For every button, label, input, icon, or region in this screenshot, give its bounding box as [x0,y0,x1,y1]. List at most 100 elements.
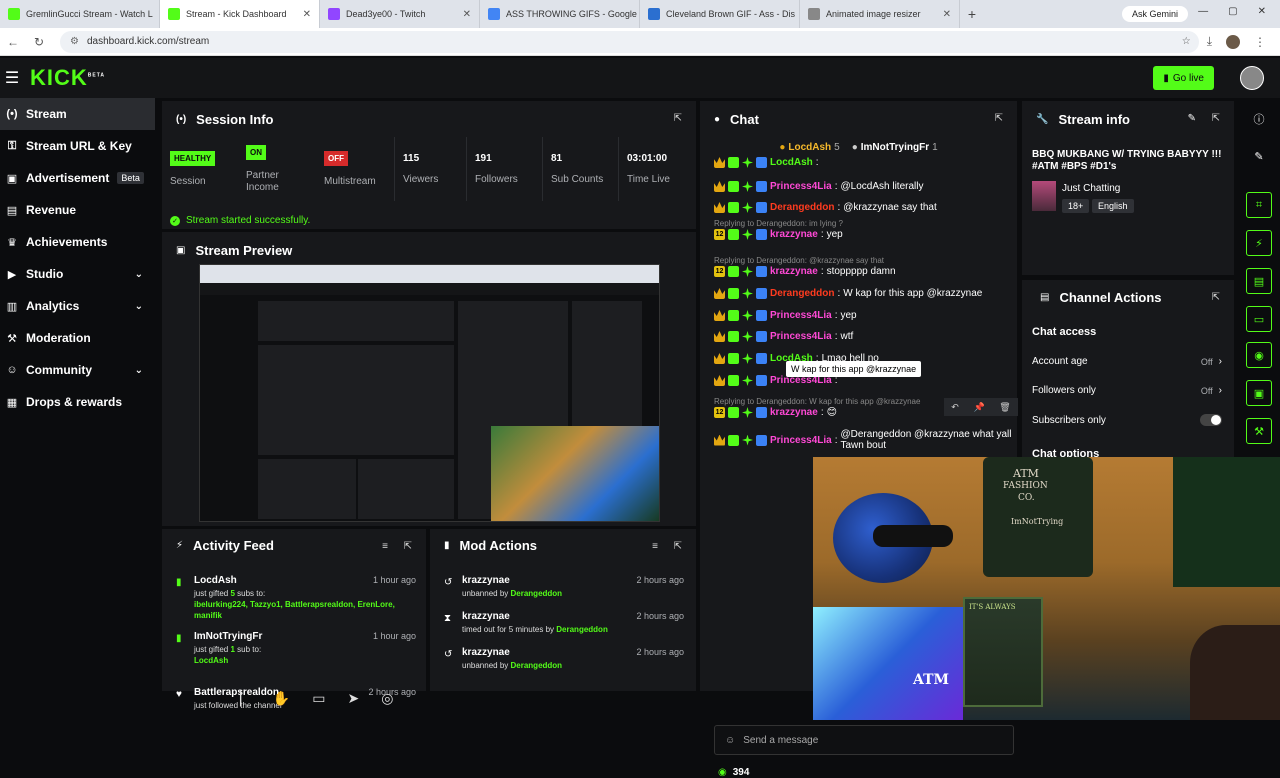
sidebar-item-advertisement[interactable]: ▣ Advertisement Beta [0,162,155,194]
sidebar-item-community[interactable]: ☺ Community ⌄ [0,354,155,386]
chat-username[interactable]: Princess4Lia [770,181,832,192]
sidebar-item-moderation[interactable]: ⚒ Moderation [0,322,155,354]
pinned-gifter[interactable]: ● ImNotTryingFr 1 [852,142,938,153]
followers-only-row[interactable]: Followers only Off › [1032,385,1222,396]
go-live-button[interactable]: ▮ Go live [1153,66,1214,90]
pinned-gifter[interactable]: ● LocdAsh 5 [779,142,839,153]
user-avatar[interactable] [1240,66,1264,90]
sidebar-item-drops-rewards[interactable]: ▦ Drops & rewards [0,386,155,418]
stream-preview-video[interactable] [199,264,660,522]
sidebar-item-studio[interactable]: ▶ Studio ⌄ [0,258,155,290]
site-info-icon[interactable]: ⚙ [70,36,79,47]
broadcast-icon[interactable]: ◉ [1246,342,1272,368]
edit-icon[interactable]: ✎ [1188,113,1196,124]
clip-icon[interactable]: ⌗ [1246,192,1272,218]
expand-icon[interactable]: ⇱ [404,541,412,552]
sidebar-item-stream[interactable]: (•) Stream [0,98,155,130]
ask-gemini-button[interactable]: Ask Gemini [1121,6,1188,22]
minimize-icon[interactable]: — [1198,6,1208,17]
chevron-down-icon[interactable]: ⌄ [135,269,143,280]
chat-message[interactable]: Princess4Lia: @LocdAsh literally [714,181,923,192]
close-tab-icon[interactable]: ✕ [943,9,951,20]
cursor-icon[interactable]: ▏ [240,690,251,707]
back-icon[interactable]: ← [0,35,26,49]
chat-message[interactable]: 12 krazzynae: stoppppp damn [714,266,896,277]
mod-action-user[interactable]: krazzynae [462,611,510,622]
close-tab-icon[interactable]: ✕ [463,9,471,20]
sidebar-item-stream-url-key[interactable]: ⚿ Stream URL & Key [0,130,155,162]
reload-icon[interactable]: ↻ [26,35,52,49]
mod-action-moderator[interactable]: Derangeddon [511,589,563,598]
chat-input[interactable]: ☺ Send a message [714,725,1014,755]
expand-icon[interactable]: ⇱ [995,113,1003,124]
chat-username[interactable]: Princess4Lia [770,310,832,321]
delete-icon[interactable]: 🗑 [999,402,1010,413]
bookmark-star-icon[interactable]: ☆ [1182,36,1191,47]
expand-icon[interactable]: ⇱ [674,113,682,124]
pencil-icon[interactable]: ✎ [1246,143,1272,169]
kick-logo[interactable]: KICKBETA [30,65,105,91]
info-icon[interactable]: ⓘ [1246,106,1272,132]
sidebar-item-analytics[interactable]: ▥ Analytics ⌄ [0,290,155,322]
maximize-icon[interactable]: ▢ [1228,6,1237,17]
hamburger-menu-icon[interactable]: ☰ [2,68,22,88]
browser-menu-icon[interactable]: ⋮ [1254,35,1266,49]
sidebar-item-revenue[interactable]: ▤ Revenue [0,194,155,226]
chat-message[interactable]: Derangeddon: @krazzynae say that [714,202,937,213]
wrench-icon[interactable]: ⚒ [1246,418,1272,444]
browser-tab[interactable]: GremlinGucci Stream - Watch L✕ [0,0,160,28]
close-tab-icon[interactable]: ✕ [303,9,311,20]
browser-tab[interactable]: Stream - Kick Dashboard ✕ [160,0,320,28]
chat-message[interactable]: Princess4Lia: yep [714,310,857,321]
expand-icon[interactable]: ⇱ [1212,113,1220,124]
chat-username[interactable]: Derangeddon [770,288,834,299]
download-icon[interactable]: ⤓ [1207,34,1212,49]
layout-icon[interactable]: ▣ [1246,380,1272,406]
mod-action-user[interactable]: krazzynae [462,575,510,586]
activity-user[interactable]: ImNotTryingFr [194,631,262,642]
hand-icon[interactable]: ✋ [273,690,290,707]
chat-message[interactable]: Princess4Lia: @Derangeddon @krazzynae wha… [714,429,1021,451]
new-tab-button[interactable]: + [960,6,984,22]
mod-action-user[interactable]: krazzynae [462,647,510,658]
browser-tab[interactable]: Dead3ye00 - Twitch ✕ [320,0,480,28]
document-icon[interactable]: ▤ [1246,268,1272,294]
mod-action-moderator[interactable]: Derangeddon [511,661,563,670]
subscribers-only-toggle[interactable] [1200,414,1222,426]
mod-action-moderator[interactable]: Derangeddon [556,625,608,634]
address-bar[interactable]: ⚙ dashboard.kick.com/stream ☆ [60,30,1199,53]
expand-icon[interactable]: ⇱ [1212,292,1220,303]
profile-avatar[interactable] [1226,34,1240,49]
pointer-icon[interactable]: ➤ [347,690,359,707]
chat-message[interactable]: Derangeddon: W kap for this app @krazzyna… [714,288,982,299]
account-age-row[interactable]: Account age Off › [1032,356,1222,367]
browser-tab[interactable]: ASS THROWING GIFS - Google✕ [480,0,640,28]
chat-message[interactable]: 12 krazzynae: yep [714,229,843,240]
chat-username[interactable]: Derangeddon [770,202,834,213]
chat-username[interactable]: krazzynae [770,266,818,277]
browser-tab[interactable]: Cleveland Brown GIF - Ass - Dis✕ [640,0,800,28]
chevron-down-icon[interactable]: ⌄ [135,365,143,376]
chat-message[interactable]: LocdAsh: [714,157,822,168]
filter-icon[interactable]: ≡ [382,541,388,552]
chat-message[interactable]: 12 krazzynae: 😊 [714,407,837,418]
activity-user[interactable]: LocdAsh [194,575,237,586]
chat-username[interactable]: Princess4Lia [770,435,832,446]
emote-icon[interactable]: ☺ [725,735,735,746]
browser-tab[interactable]: Animated image resizer ✕ [800,0,960,28]
reply-icon[interactable]: ↶ [951,402,959,413]
chat-username[interactable]: Princess4Lia [770,331,832,342]
chat-username[interactable]: LocdAsh [770,157,813,168]
chat-bubble-icon[interactable]: ▭ [1246,306,1272,332]
lightning-icon[interactable]: ⚡ [1246,230,1272,256]
close-window-icon[interactable]: ✕ [1258,6,1266,17]
rectangle-icon[interactable]: ▭ [312,690,325,707]
sidebar-item-achievements[interactable]: ♛ Achievements [0,226,155,258]
camera-icon[interactable]: ◎ [381,690,393,707]
expand-icon[interactable]: ⇱ [674,541,682,552]
chat-message[interactable]: Princess4Lia: wtf [714,331,853,342]
filter-icon[interactable]: ≡ [652,541,658,552]
chat-username[interactable]: krazzynae [770,407,818,418]
chat-username[interactable]: krazzynae [770,229,818,240]
chevron-down-icon[interactable]: ⌄ [135,301,143,312]
